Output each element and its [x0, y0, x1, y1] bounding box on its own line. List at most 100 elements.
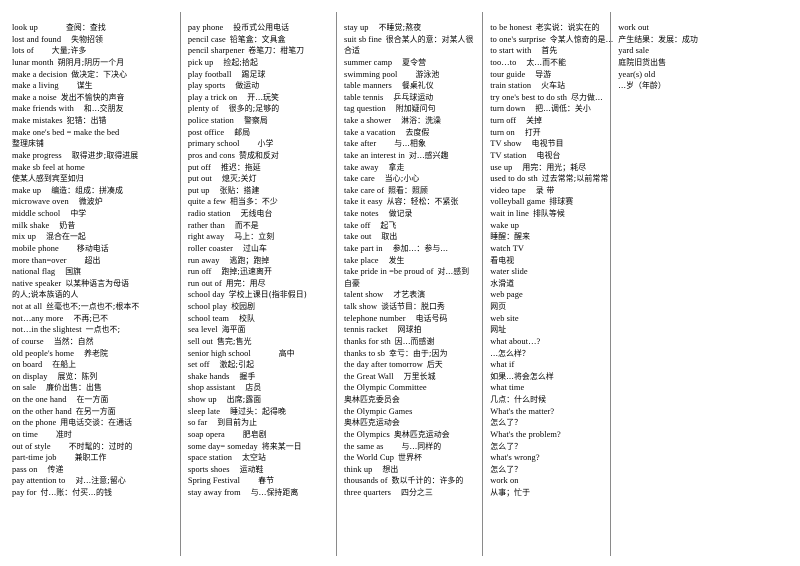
vocabulary-entry: what if [490, 359, 604, 371]
entry-term: table tennis [344, 92, 384, 102]
entry-term: take out [344, 232, 372, 242]
entry-term: what's wrong? [490, 453, 540, 463]
entry-spacer [370, 220, 380, 232]
entry-term: radio station [187, 209, 231, 218]
vocabulary-entry: school team 校队 [188, 313, 330, 325]
entry-spacer [48, 371, 58, 383]
entry-term: table manners [344, 81, 392, 91]
entry-term: senior high school [187, 348, 251, 358]
entry-spacer [37, 464, 47, 476]
entry-translation: 怎么了？ [490, 441, 523, 451]
entry-translation: 尽力做... [571, 92, 603, 102]
entry-spacer [60, 208, 70, 220]
entry-term: volleyball game [490, 197, 546, 207]
entry-spacer [220, 406, 230, 418]
entry-translation: 肥皂剧 [242, 429, 267, 439]
vocabulary-entry: more than=over 超出 [12, 255, 174, 267]
entry-translation: ...怎么样？ [490, 348, 530, 358]
entry-spacer [397, 69, 415, 81]
vocabulary-entry: take pride in =be proud of 对...感到 [344, 266, 476, 278]
entry-term: web page [490, 290, 523, 300]
vocabulary-entry: senior high school 高中 [188, 348, 330, 360]
entry-term: shake hands [187, 371, 230, 381]
vocabulary-entry: radio station 无线电台 [188, 208, 330, 220]
entry-translation: 编造：组成：拼凑成 [51, 185, 123, 195]
vocabulary-entry: water slide [490, 266, 604, 278]
entry-translation: 奶昔 [59, 220, 76, 230]
vocabulary-entry: the day after tomorrow 后天 [344, 359, 476, 371]
entry-term: pay attention to [12, 476, 66, 486]
entry-translation: 很合某人的意：对某人很 [385, 34, 474, 44]
entry-spacer [63, 313, 73, 325]
entry-term: video tape [490, 185, 526, 195]
vocabulary-entry: turn on 打开 [490, 127, 604, 139]
entry-translation: 看电视 [490, 255, 515, 265]
vocabulary-entry: stay up 不睡觉;熬夜 [344, 22, 476, 34]
entry-term: take part in [344, 243, 383, 253]
entry-spacer [526, 185, 536, 197]
vocabulary-entry: on the one hand 在一方面 [12, 394, 174, 406]
vocabulary-entry: the Olympic Committee [344, 382, 476, 394]
entry-spacer [213, 57, 223, 69]
entry-translation: 校园剧 [231, 302, 256, 311]
entry-term: school team [187, 313, 230, 323]
entry-translation: 投币式公用电话 [233, 23, 290, 32]
vocabulary-entry: take after 与...相象 [344, 138, 476, 150]
vocabulary-entry: shake hands 握手 [188, 371, 330, 383]
vocabulary-entry: 庭院旧货出售 [618, 57, 790, 69]
entry-term: talk show [344, 302, 378, 311]
entry-translation: 展览：陈列 [57, 371, 98, 381]
vocabulary-entry: primary school 小学 [188, 138, 330, 150]
entry-translation: 附加疑问句 [395, 104, 436, 114]
vocabulary-entry: play a trick on 开...玩笑 [188, 92, 330, 104]
entry-translation: 养老院 [84, 348, 108, 358]
entry-term: year(s) old [618, 69, 656, 79]
entry-translation: 照看：照顾 [388, 185, 428, 195]
vocabulary-column-1: look up 查阅：查找 lost and found 失物招领 lots of … [4, 22, 180, 560]
vocabulary-entry: make mistakes 犯错：出错 [12, 115, 174, 127]
entry-term: sleep late [187, 406, 221, 416]
vocabulary-entry: show up 出席;露面 [188, 394, 330, 406]
entry-translation: 熄灭;关灯 [221, 174, 257, 184]
entry-term: web site [490, 313, 519, 323]
vocabulary-entry: put up 张贴：搭建 [188, 185, 330, 197]
entry-spacer [372, 464, 382, 476]
vocabulary-entry: pencil case 铅笔盒：文具盒 [188, 34, 330, 46]
entry-term: put out [187, 174, 212, 184]
entry-spacer [516, 115, 526, 127]
entry-term: not…in the slightest [12, 325, 82, 335]
entry-term: work on [490, 476, 519, 486]
entry-spacer [376, 138, 394, 150]
entry-translation: 马上：立刻 [234, 232, 275, 242]
entry-translation: 起飞 [380, 220, 397, 230]
vocabulary-entry: pass on 传递 [12, 464, 174, 476]
entry-spacer [235, 382, 245, 394]
entry-term: thanks to sb [344, 348, 386, 358]
entry-spacer [225, 80, 235, 92]
vocabulary-entry: Spring Festival 春节 [188, 475, 330, 487]
vocabulary-entry: 看电视 [490, 255, 604, 267]
entry-term: milk shake [12, 220, 50, 230]
vocabulary-entry: the Olympics 奥林匹克运动会 [344, 429, 476, 441]
entry-translation: 拿走 [388, 162, 405, 172]
entry-term: wait in line [490, 209, 529, 218]
vocabulary-entry: take a vacation 去度假 [344, 127, 476, 139]
entry-term: yard sale [618, 46, 650, 56]
entry-term: roller coaster [187, 243, 233, 253]
entry-translation: 在船上 [52, 360, 77, 370]
entry-spacer [209, 359, 219, 371]
entry-translation: 跑掉;迅速离开 [221, 267, 272, 277]
vocabulary-entry: so far 到目前为止 [188, 417, 330, 429]
entry-translation: 小学 [257, 139, 274, 149]
entry-term: so far [187, 418, 208, 428]
entry-spacer [525, 103, 535, 115]
entry-spacer [219, 103, 229, 115]
vocabulary-entry: mix up 混合在一起 [12, 231, 174, 243]
entry-spacer [369, 22, 379, 34]
entry-translation: 如果...将会怎么样 [490, 371, 554, 381]
entry-translation: 幸亏：由于;因为 [389, 348, 448, 358]
entry-term: take away [344, 162, 379, 172]
entry-term: more than=over [12, 255, 67, 265]
vocabulary-entry: make progress 取得进步;取得进展 [12, 150, 174, 162]
entry-term: think up [344, 464, 373, 474]
